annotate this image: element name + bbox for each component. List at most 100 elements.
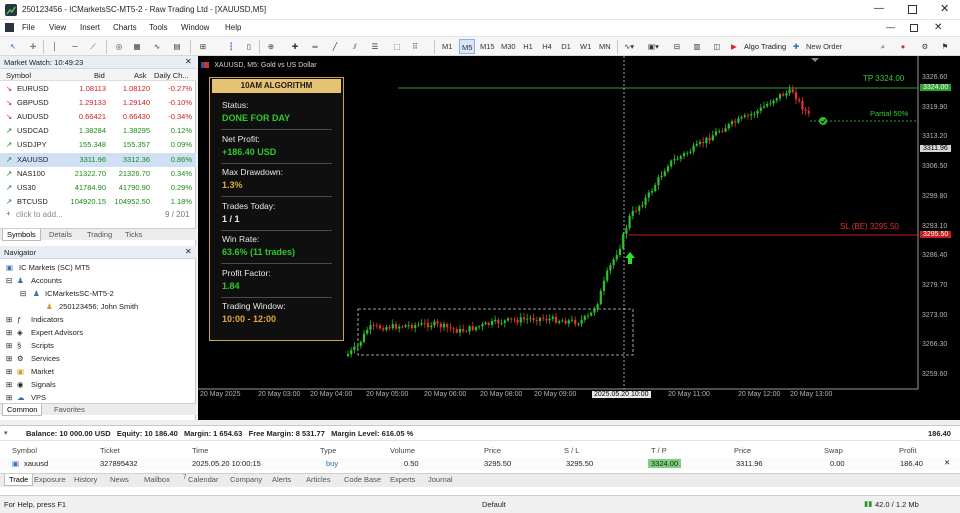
settings-icon[interactable]: ⚙: [918, 39, 932, 54]
trade-row[interactable]: xauusd 327895432 2025.05.20 10:00:15 buy 0.5…: [0, 458, 960, 470]
market-depth-icon[interactable]: ⊟: [670, 39, 684, 54]
trades-col-header[interactable]: T / P: [651, 446, 667, 455]
nav-signals[interactable]: Signals: [31, 380, 56, 389]
toolbox-tab[interactable]: Exposure: [30, 474, 70, 486]
toolbox-tab[interactable]: Company: [226, 474, 266, 486]
trades-col-header[interactable]: Time: [192, 446, 208, 455]
nav-server[interactable]: ICMarketsSC-MT5-2: [45, 289, 114, 298]
one-click-icon[interactable]: ▥: [690, 39, 704, 54]
trades-col-header[interactable]: Type: [320, 446, 336, 455]
toolbox-tab[interactable]: Trade: [4, 474, 34, 486]
nav-vps[interactable]: VPS: [31, 393, 46, 402]
toolbox-tab[interactable]: Experts: [386, 474, 419, 486]
maximize-icon[interactable]: [908, 5, 917, 14]
toolbox-tab[interactable]: Code Base: [340, 474, 385, 486]
add-symbol-row[interactable]: + click to add... 9 / 201: [0, 208, 196, 221]
trades-col-header[interactable]: Profit: [899, 446, 917, 455]
trades-col-header[interactable]: Price: [484, 446, 501, 455]
new-order-button[interactable]: ✚ New Order: [790, 39, 844, 54]
child-restore-icon[interactable]: [910, 24, 918, 32]
market-watch-row[interactable]: ↗ NAS100 21322.70 21326.70 0.34%: [0, 167, 196, 182]
objects-icon[interactable]: ▤: [170, 39, 184, 54]
trades-col-header[interactable]: S / L: [564, 446, 579, 455]
col-bid[interactable]: Bid: [94, 71, 105, 80]
toolbox-tab[interactable]: Calendar: [184, 474, 222, 486]
expand-icon[interactable]: ⊞: [6, 315, 12, 324]
market-watch-row[interactable]: ↗ USDJPY 155.348 155.357 0.09%: [0, 138, 196, 153]
market-watch-row[interactable]: ↗ US30 41784.90 41790.90 0.29%: [0, 181, 196, 196]
tf-m30[interactable]: M30: [499, 39, 518, 54]
tf-w1[interactable]: W1: [578, 39, 593, 54]
menu-help[interactable]: Help: [225, 23, 241, 32]
tf-d1[interactable]: D1: [559, 39, 573, 54]
menu-window[interactable]: Window: [181, 23, 209, 32]
expand-icon[interactable]: ⊞: [6, 367, 12, 376]
market-watch-row[interactable]: ↗ XAUUSD 3311.96 3312.36 0.86%: [0, 152, 196, 167]
nav-scripts[interactable]: Scripts: [31, 341, 54, 350]
horizontal-line-icon[interactable]: ─: [68, 39, 82, 54]
tf-m5[interactable]: M5: [459, 39, 476, 54]
toolbox-tab[interactable]: History: [70, 474, 101, 486]
nav-indicators[interactable]: Indicators: [31, 315, 64, 324]
close-position-icon[interactable]: ✕: [944, 458, 950, 467]
crosshair-icon[interactable]: ✛: [26, 39, 40, 54]
minimize-icon[interactable]: —: [874, 3, 884, 14]
col-daily-change[interactable]: Daily Ch...: [154, 71, 189, 80]
close-icon[interactable]: ✕: [940, 2, 949, 15]
toolbox-tab[interactable]: Alerts: [268, 474, 295, 486]
trend-tool-icon[interactable]: ╱: [328, 39, 342, 54]
toolbox-tab[interactable]: News: [106, 474, 133, 486]
expand-icon[interactable]: ⊟: [20, 289, 26, 298]
chart-type-icon[interactable]: ⊞: [196, 39, 210, 54]
expand-icon[interactable]: ⊞: [6, 354, 12, 363]
nav-root[interactable]: IC Markets (SC) MT5: [19, 263, 90, 272]
nav-user[interactable]: 250123456: John Smith: [59, 302, 138, 311]
toolbox-tab[interactable]: Journal: [424, 474, 457, 486]
tf-m1[interactable]: M1: [440, 39, 454, 54]
nav-accounts[interactable]: Accounts: [31, 276, 62, 285]
trades-col-header[interactable]: Ticket: [100, 446, 120, 455]
trades-col-header[interactable]: Volume: [390, 446, 415, 455]
cursor-icon[interactable]: ↖: [6, 39, 20, 54]
tf-h4[interactable]: H4: [540, 39, 554, 54]
market-watch-row[interactable]: ↘ AUDUSD 0.66421 0.66430 -0.34%: [0, 110, 196, 125]
tab-ticks[interactable]: Ticks: [121, 229, 146, 241]
tab-common[interactable]: Common: [2, 404, 43, 416]
algo-trading-button[interactable]: ▶ Algo Trading: [728, 39, 788, 54]
tab-symbols[interactable]: Symbols: [2, 229, 41, 241]
community-icon[interactable]: ⚑: [938, 39, 952, 54]
market-watch-row[interactable]: ↗ USDCAD 1.38284 1.38295 0.12%: [0, 124, 196, 139]
trendline-icon[interactable]: ⟋: [86, 39, 100, 54]
menu-insert[interactable]: Insert: [80, 23, 100, 32]
child-minimize-icon[interactable]: —: [886, 22, 895, 32]
tab-favorites[interactable]: Favorites: [50, 404, 89, 416]
indicators-icon[interactable]: ∿: [150, 39, 164, 54]
child-close-icon[interactable]: ✕: [934, 22, 942, 33]
close-panel-icon[interactable]: ✕: [185, 57, 192, 66]
expand-icon[interactable]: ⊞: [6, 393, 12, 402]
menu-charts[interactable]: Charts: [113, 23, 137, 32]
trades-col-header[interactable]: Symbol: [12, 446, 37, 455]
market-watch-row[interactable]: ↘ EURUSD 1.08113 1.08120 -0.27%: [0, 82, 196, 97]
profiles-icon[interactable]: ▦: [130, 39, 144, 54]
screenshot-icon[interactable]: ◫: [710, 39, 724, 54]
search-icon[interactable]: ⌕: [876, 39, 890, 54]
tab-trading[interactable]: Trading: [83, 229, 116, 241]
tab-details[interactable]: Details: [45, 229, 76, 241]
tf-h1[interactable]: H1: [521, 39, 535, 54]
menu-tools[interactable]: Tools: [149, 23, 168, 32]
indicator-list-icon[interactable]: ∿▾: [622, 39, 636, 54]
templates-icon[interactable]: ▣▾: [646, 39, 661, 54]
menu-file[interactable]: File: [22, 23, 35, 32]
col-ask[interactable]: Ask: [134, 71, 147, 80]
nav-market[interactable]: Market: [31, 367, 54, 376]
candles-icon[interactable]: ▯: [242, 39, 256, 54]
collapse-icon[interactable]: ▾: [4, 429, 8, 437]
trades-col-header[interactable]: Price: [734, 446, 751, 455]
fibo-tool-icon[interactable]: ☰: [368, 39, 382, 54]
close-panel-icon[interactable]: ✕: [185, 247, 192, 256]
tf-m15[interactable]: M15: [478, 39, 497, 54]
zoom-in-icon[interactable]: ⊕: [264, 39, 278, 54]
expand-icon[interactable]: ⊟: [6, 276, 12, 285]
globe-icon[interactable]: ◎: [112, 39, 126, 54]
